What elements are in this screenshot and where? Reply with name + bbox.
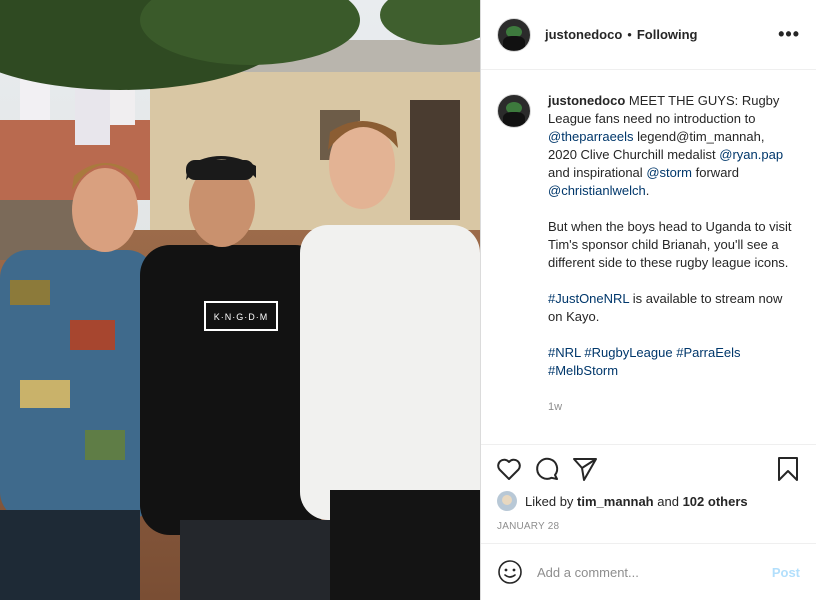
post-actions: Liked by tim_mannah and 102 others JANUA…: [481, 444, 816, 541]
post-button[interactable]: Post: [772, 565, 800, 580]
avatar[interactable]: [497, 17, 531, 52]
following-button[interactable]: Following: [637, 27, 698, 42]
post-age[interactable]: 1w: [548, 398, 793, 416]
photo-illustration: K·N·G·D·M: [0, 0, 480, 600]
heart-icon[interactable]: [495, 455, 523, 483]
caption-period: .: [645, 183, 650, 198]
mention-storm[interactable]: @storm: [646, 165, 692, 180]
mention-christianlwelch[interactable]: @christianlwelch: [548, 183, 646, 198]
header-username[interactable]: justonedoco: [545, 27, 622, 42]
instagram-post: K·N·G·D·M justonedoco • Following ••• ju…: [0, 0, 816, 600]
caption-username[interactable]: justonedoco: [548, 93, 625, 108]
bookmark-icon[interactable]: [774, 455, 802, 483]
caption-and-inspirational: and inspirational: [548, 165, 643, 180]
mention-ryan-pap[interactable]: @ryan.pap: [719, 147, 783, 162]
caption-paragraph-2: But when the boys head to Uganda to visi…: [548, 219, 792, 270]
header-separator: •: [627, 27, 632, 42]
hashtag-nrl[interactable]: #NRL: [548, 345, 581, 360]
comment-bar: Post: [481, 543, 816, 600]
hashtag-rugbyleague[interactable]: #RugbyLeague: [584, 345, 672, 360]
post-sidebar: justonedoco • Following ••• justonedoco …: [480, 0, 816, 600]
caption-paragraph-1: justonedoco MEET THE GUYS: Rugby League …: [548, 92, 793, 200]
liker-avatar[interactable]: [497, 491, 517, 511]
more-options-icon[interactable]: •••: [778, 24, 800, 44]
caption-hashtags: #NRL #RugbyLeague #ParraEels #MelbStorm: [548, 344, 793, 380]
share-icon[interactable]: [571, 455, 599, 483]
mention-theparraeels[interactable]: @theparraeels: [548, 129, 633, 144]
emoji-icon[interactable]: [497, 559, 523, 585]
hashtag-melbstorm[interactable]: #MelbStorm: [548, 363, 618, 378]
liked-by-prefix: Liked by: [525, 493, 574, 509]
caption-text: justonedoco MEET THE GUYS: Rugby League …: [548, 92, 793, 442]
caption-avatar[interactable]: [497, 94, 531, 128]
shirt-print: K·N·G·D·M: [214, 312, 269, 322]
post-header: justonedoco • Following •••: [481, 0, 816, 70]
action-icons: [495, 455, 802, 483]
likes-line: Liked by tim_mannah and 102 others: [497, 491, 748, 511]
liked-by-user[interactable]: tim_mannah: [577, 494, 654, 509]
hashtag-parraeels[interactable]: #ParraEels: [676, 345, 740, 360]
comment-icon[interactable]: [533, 455, 561, 483]
post-photo[interactable]: K·N·G·D·M: [0, 0, 480, 600]
comment-input[interactable]: [535, 563, 749, 581]
caption: justonedoco MEET THE GUYS: Rugby League …: [497, 92, 800, 442]
hashtag-justonenrl[interactable]: #JustOneNRL: [548, 291, 629, 306]
caption-forward: forward: [695, 165, 739, 180]
caption-paragraph-3: #JustOneNRL is available to stream now o…: [548, 290, 793, 326]
post-date[interactable]: JANUARY 28: [497, 521, 559, 532]
liked-by-and: and: [657, 493, 679, 509]
liked-by-others[interactable]: 102 others: [683, 494, 748, 509]
